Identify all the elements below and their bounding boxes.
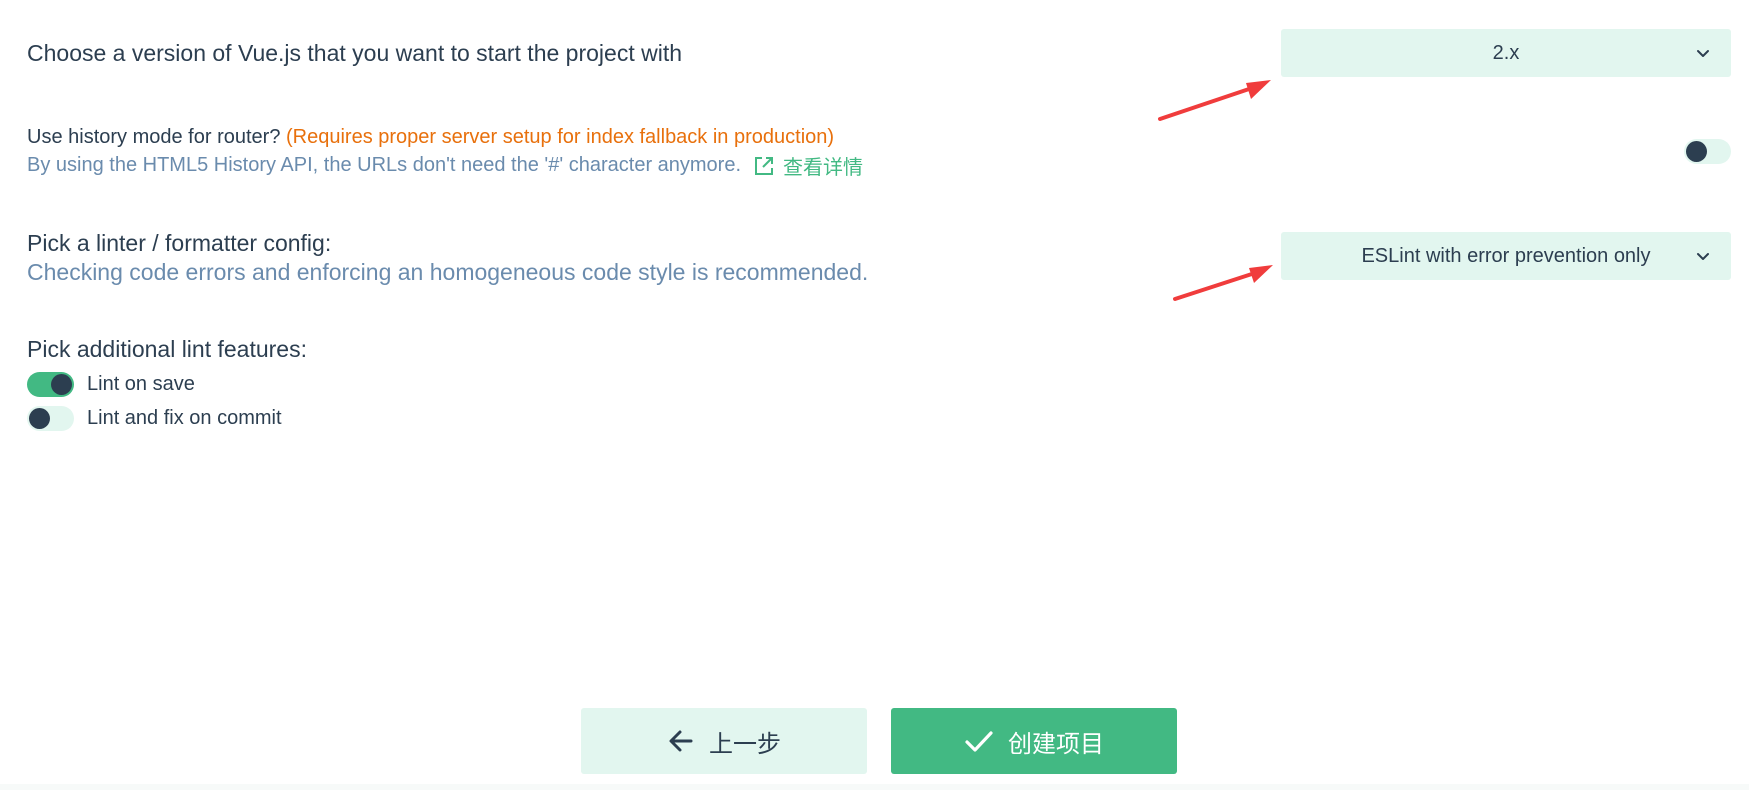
vue-version-label: Choose a version of Vue.js that you want… <box>27 40 682 66</box>
linter-description: Checking code errors and enforcing an ho… <box>27 259 869 285</box>
history-mode-toggle[interactable] <box>1684 139 1731 164</box>
project-features-page: Choose a version of Vue.js that you want… <box>0 0 1749 790</box>
chevron-down-icon <box>1697 253 1709 260</box>
create-project-label: 创建项目 <box>1008 730 1104 758</box>
history-mode-description-row: By using the HTML5 History API, the URLs… <box>27 151 863 180</box>
toggle-knob <box>51 374 72 395</box>
lint-fix-on-commit-label: Lint and fix on commit <box>87 407 282 429</box>
history-mode-label: Use history mode for router? <box>27 126 281 148</box>
history-mode-description: By using the HTML5 History API, the URLs… <box>27 154 742 176</box>
history-mode-link-text: 查看详情 <box>783 157 864 179</box>
lint-on-save-label: Lint on save <box>87 373 195 395</box>
chevron-down-icon <box>1697 50 1709 57</box>
vue-version-select[interactable]: 2.x <box>1281 29 1731 77</box>
linter-label: Pick a linter / formatter config: <box>27 230 332 256</box>
history-mode-warning: (Requires proper server setup for index … <box>286 126 835 148</box>
toggle-knob <box>1686 141 1707 162</box>
previous-step-label: 上一步 <box>709 730 781 758</box>
create-project-button[interactable]: 创建项目 <box>891 708 1177 774</box>
annotation-arrow-icon <box>1158 80 1271 121</box>
arrow-left-icon <box>669 730 693 752</box>
vue-version-value: 2.x <box>1492 41 1520 64</box>
lint-features-label: Pick additional lint features: <box>27 336 307 362</box>
linter-select[interactable]: ESLint with error prevention only <box>1281 232 1731 280</box>
previous-step-button[interactable]: 上一步 <box>581 708 867 774</box>
check-icon <box>965 731 993 752</box>
annotation-arrow-icon <box>1173 265 1273 301</box>
lint-on-save-toggle[interactable] <box>27 372 74 397</box>
history-mode-label-row: Use history mode for router? (Requires p… <box>27 126 834 149</box>
toggle-knob <box>29 408 50 429</box>
linter-value: ESLint with error prevention only <box>1361 244 1651 267</box>
history-mode-doc-link[interactable]: 查看详情 <box>753 151 863 180</box>
lint-fix-on-commit-toggle[interactable] <box>27 406 74 431</box>
external-link-icon <box>755 156 774 175</box>
